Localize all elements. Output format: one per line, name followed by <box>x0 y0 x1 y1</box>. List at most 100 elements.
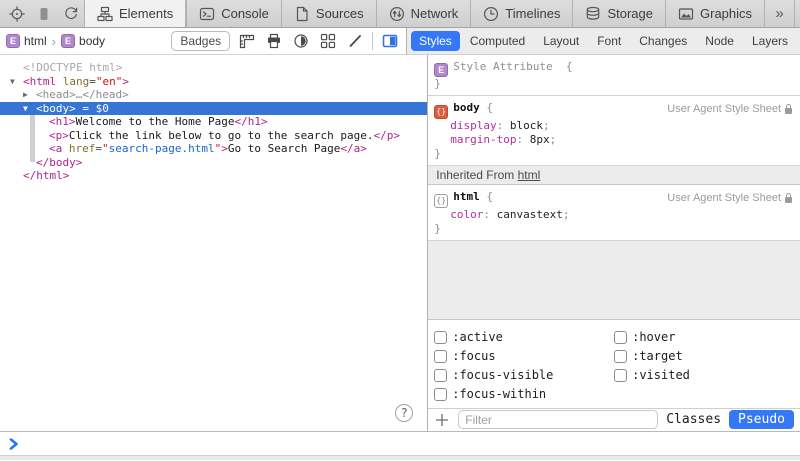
pseudo-toggle-active[interactable]: :active <box>434 328 614 347</box>
sidebar-tab-font[interactable]: Font <box>589 31 629 51</box>
dom-tree-row[interactable]: <p>Click the link below to go to the sea… <box>0 129 427 143</box>
code-token: </h1> <box>234 115 267 128</box>
brush-button[interactable] <box>345 33 365 49</box>
overflow-chevrons-button[interactable]: » <box>764 0 794 27</box>
tab-graphics[interactable]: Graphics <box>665 0 764 27</box>
rule-selector: html <box>453 190 480 203</box>
badges-button[interactable]: Badges <box>171 31 230 51</box>
dom-tree-row[interactable]: <!DOCTYPE html> <box>0 61 427 75</box>
style-attribute-section[interactable]: EStyle Attribute { } <box>428 55 800 96</box>
dom-tree-row[interactable]: </body> <box>0 156 427 170</box>
checkbox[interactable] <box>434 331 447 344</box>
pseudo-toggle-target[interactable]: :target <box>614 347 794 366</box>
tab-console[interactable]: Console <box>186 0 281 27</box>
classes-button[interactable]: Classes <box>666 412 721 427</box>
dom-tree-row[interactable]: ▼<body> = $0 <box>0 102 427 116</box>
origin-label: User Agent Style Sheet <box>667 102 781 116</box>
sources-icon <box>294 6 310 22</box>
inherited-from-label: Inherited From <box>436 168 517 182</box>
add-rule-button[interactable] <box>434 412 450 428</box>
tab-elements[interactable]: Elements <box>84 0 186 27</box>
checkbox[interactable] <box>614 331 627 344</box>
code-token: <head>…</head> <box>36 88 129 101</box>
disclosure-open-icon[interactable]: ▼ <box>23 102 36 116</box>
dom-tree-row[interactable]: <h1>Welcome to the Home Page</h1> <box>0 115 427 129</box>
breadcrumb-item-body[interactable]: Ebody <box>61 34 105 48</box>
tab-label: Network <box>411 6 459 21</box>
breadcrumb-label: body <box>79 34 105 48</box>
console-icon <box>199 6 215 22</box>
dom-tree-row[interactable]: ▼<html lang="en"> <box>0 75 427 89</box>
checkbox[interactable] <box>614 369 627 382</box>
code-token: <p> <box>49 129 69 142</box>
graphics-icon <box>678 6 694 22</box>
code-token: search-page.html <box>109 142 215 155</box>
main-content: <!DOCTYPE html>▼<html lang="en">▶<head>…… <box>0 55 800 431</box>
pseudo-label: :active <box>452 330 503 344</box>
sidebar-toggle-button[interactable] <box>380 33 400 49</box>
checkbox[interactable] <box>434 350 447 363</box>
close-brace-line: } <box>434 147 794 161</box>
css-property[interactable]: margin-top: 8px; <box>434 133 794 147</box>
tab-label: Storage <box>607 6 653 21</box>
device-button[interactable] <box>31 0 58 27</box>
code-token: </html> <box>23 169 69 182</box>
help-button[interactable]: ? <box>395 404 413 422</box>
pseudo-toggle-visited[interactable]: :visited <box>614 366 794 385</box>
contrast-button[interactable] <box>291 33 311 49</box>
checkbox[interactable] <box>614 350 627 363</box>
sidebar-tab-bar: StylesComputedLayoutFontChangesNodeLayer… <box>407 28 800 55</box>
ruler-button[interactable] <box>237 33 257 49</box>
pseudo-toggle-focus-visible[interactable]: :focus-visible <box>434 366 614 385</box>
css-property[interactable]: display: block; <box>434 119 794 133</box>
inspect-button[interactable] <box>4 0 31 27</box>
sidebar-tab-computed[interactable]: Computed <box>462 31 533 51</box>
print-button[interactable] <box>264 33 284 49</box>
semicolon: ; <box>563 208 570 221</box>
breadcrumb-item-html[interactable]: Ehtml <box>6 34 47 48</box>
property-value: canvastext <box>497 208 563 221</box>
css-rule-html[interactable]: {}html {User Agent Style Sheetcolor: can… <box>428 185 800 241</box>
css-property[interactable]: color: canvastext; <box>434 208 794 222</box>
pseudo-toggle-focus[interactable]: :focus <box>434 347 614 366</box>
code-token: <body> <box>36 102 76 115</box>
grid-button[interactable] <box>318 33 338 49</box>
filter-input[interactable] <box>458 410 658 429</box>
sidebar-tab-layers[interactable]: Layers <box>744 31 796 51</box>
property-value: 8px <box>530 133 550 146</box>
disclosure-closed-icon[interactable]: ▶ <box>23 88 36 102</box>
pseudo-button[interactable]: Pseudo <box>729 410 794 429</box>
css-rule-body[interactable]: {}body {User Agent Style Sheetdisplay: b… <box>428 96 800 166</box>
inherited-from-link[interactable]: html <box>518 168 541 182</box>
code-token: <h1> <box>49 115 76 128</box>
disclosure-open-icon[interactable]: ▼ <box>10 75 23 89</box>
inherited-from-header: Inherited From html <box>428 166 800 185</box>
tab-network[interactable]: Network <box>376 0 471 27</box>
code-token: "en" <box>96 75 123 88</box>
device-icon <box>36 6 52 22</box>
reload-button[interactable] <box>57 0 84 27</box>
search-button[interactable] <box>794 0 800 27</box>
checkbox[interactable] <box>434 388 447 401</box>
code-token: Click the link below to go to the search… <box>69 129 374 142</box>
pseudo-label: :target <box>632 349 683 363</box>
dom-tree-row[interactable]: <a href="search-page.html">Go to Search … <box>0 142 427 156</box>
pseudo-toggle-focus-within[interactable]: :focus-within <box>434 385 614 404</box>
grid-icon <box>320 33 336 49</box>
dom-tree-row[interactable]: ▶<head>…</head> <box>0 88 427 102</box>
tab-timelines[interactable]: Timelines <box>470 0 572 27</box>
dom-tree-row[interactable]: </html> <box>0 169 427 183</box>
tab-sources[interactable]: Sources <box>281 0 376 27</box>
pseudo-toggle-hover[interactable]: :hover <box>614 328 794 347</box>
quick-console[interactable] <box>0 431 800 455</box>
rule-selector: body <box>453 101 480 114</box>
sidebar-tab-layout[interactable]: Layout <box>535 31 587 51</box>
pseudo-label: :hover <box>632 330 675 344</box>
tab-storage[interactable]: Storage <box>572 0 665 27</box>
sidebar-tab-changes[interactable]: Changes <box>631 31 695 51</box>
breadcrumb-label: html <box>24 34 47 48</box>
code-token: > <box>122 75 129 88</box>
checkbox[interactable] <box>434 369 447 382</box>
sidebar-tab-node[interactable]: Node <box>697 31 742 51</box>
sidebar-tab-styles[interactable]: Styles <box>411 31 460 51</box>
